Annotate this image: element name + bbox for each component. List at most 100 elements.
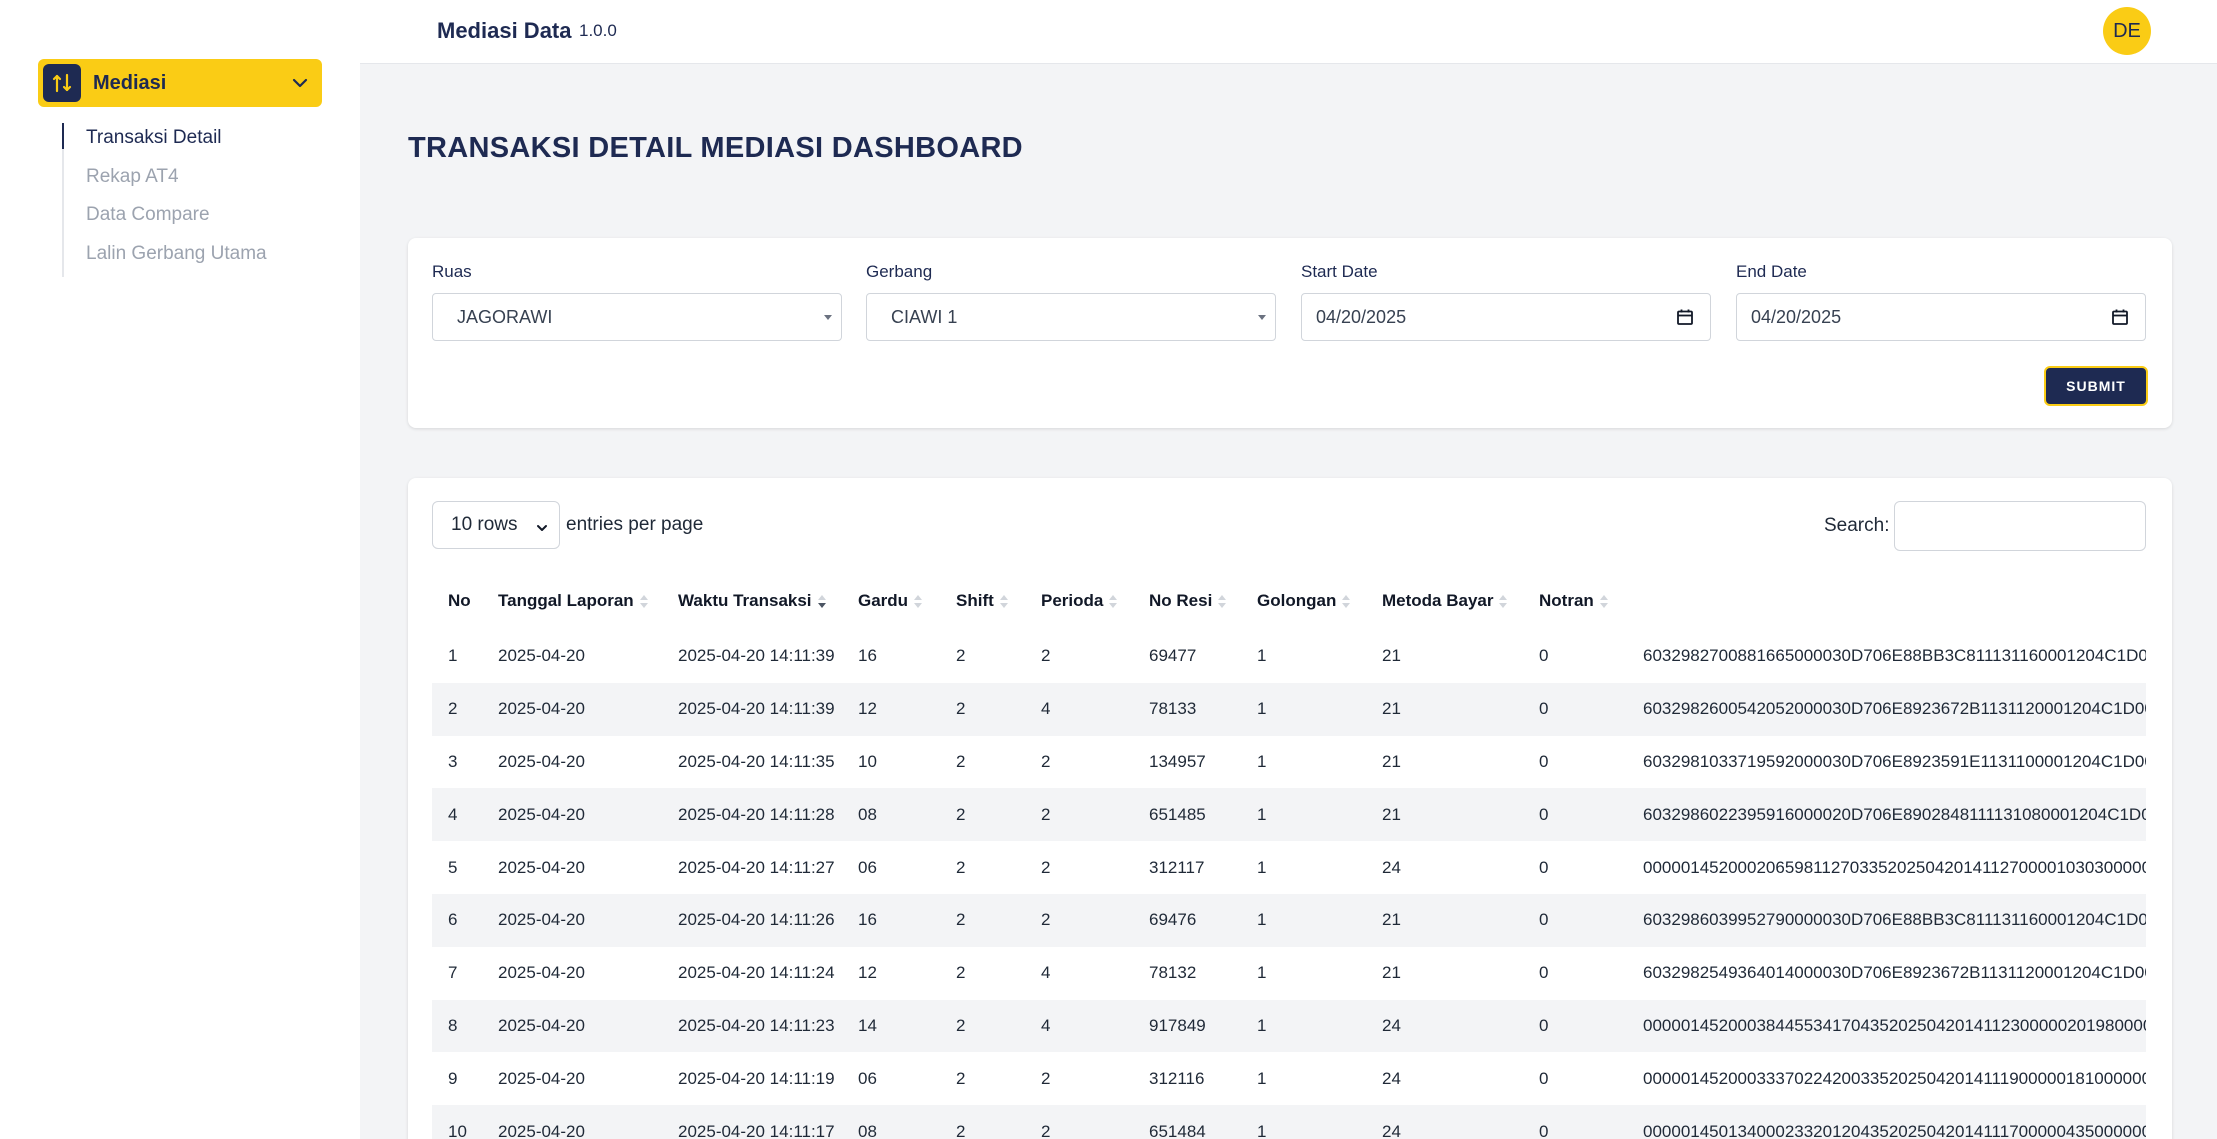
sort-icon [914, 594, 923, 609]
transaction-table: No Tanggal Laporan Waktu Transaksi Gardu Shi… [432, 572, 2146, 1139]
cell-raw-data: 6032986039952790000030D706E88BB3C8111311… [1627, 893, 2146, 947]
app-version: 1.0.0 [579, 21, 617, 40]
column-header-no-resi[interactable]: No Resi [1133, 572, 1241, 630]
cell-waktu-transaksi: 2025-04-20 14:11:23 [662, 999, 842, 1053]
rows-per-page-select[interactable]: 10 rows [432, 501, 560, 549]
cell-shift: 2 [940, 682, 1025, 736]
cell-waktu-transaksi: 2025-04-20 14:11:26 [662, 893, 842, 947]
column-header-shift[interactable]: Shift [940, 572, 1025, 630]
cell-gardu: 06 [858, 857, 877, 877]
cell-notran: 0 [1523, 999, 1627, 1053]
column-header-raw-data [1627, 572, 2146, 630]
cell-notran: 0 [1539, 963, 1549, 983]
cell-no-resi: 651484 [1133, 1105, 1241, 1139]
table-row[interactable]: 8 2025-04-20 2025-04-20 14:11:23 14 2 4 917849… [432, 999, 2146, 1053]
column-header-label: No Resi [1149, 591, 1213, 610]
column-header-waktu-transaksi[interactable]: Waktu Transaksi [662, 572, 842, 630]
end-date-input[interactable]: 04/20/2025 [1736, 293, 2146, 341]
calendar-icon[interactable] [1676, 308, 1694, 331]
chevron-down-icon [290, 73, 310, 98]
table-row[interactable]: 10 2025-04-20 2025-04-20 14:11:17 08 2 2 65148… [432, 1105, 2146, 1139]
cell-metoda-bayar: 21 [1382, 646, 1401, 666]
column-header-label: Tanggal Laporan [498, 591, 634, 610]
sidebar-item-data-compare[interactable]: Data Compare [64, 200, 322, 239]
cell-gardu: 12 [842, 682, 940, 736]
column-header-golongan[interactable]: Golongan [1241, 572, 1366, 630]
gerbang-select[interactable]: CIAWI 1 [866, 293, 1276, 341]
cell-no-resi: 78133 [1133, 682, 1241, 736]
submit-button[interactable]: SUBMIT [2044, 366, 2148, 406]
column-header-notran[interactable]: Notran [1523, 572, 1627, 630]
sort-icon [1218, 594, 1227, 609]
page-title: TRANSAKSI DETAIL MEDIASI DASHBOARD [408, 132, 1023, 164]
cell-tanggal-laporan: 2025-04-20 [482, 1105, 662, 1139]
entries-per-page-label: entries per page [566, 514, 704, 535]
cell-perioda: 2 [1025, 788, 1133, 842]
start-date-label: Start Date [1301, 262, 1378, 281]
table-row[interactable]: 1 2025-04-20 2025-04-20 14:11:39 16 2 2 69477 1… [432, 630, 2146, 683]
filter-card: Ruas JAGORAWI Gerbang CIAWI 1 Start Date… [408, 238, 2172, 428]
column-header-perioda[interactable]: Perioda [1025, 572, 1133, 630]
cell-shift: 2 [956, 1068, 966, 1088]
sidebar-item-transaksi-detail[interactable]: Transaksi Detail [62, 123, 322, 162]
table-row[interactable]: 4 2025-04-20 2025-04-20 14:11:28 08 2 2 651485… [432, 788, 2146, 842]
cell-raw-data: 6032982600542052000030D706E8923672B11311… [1627, 682, 2146, 736]
cell-golongan: 1 [1241, 788, 1366, 842]
cell-shift: 2 [956, 963, 966, 983]
cell-gardu: 08 [842, 788, 940, 842]
sort-icon [1499, 594, 1508, 609]
cell-waktu-transaksi: 2025-04-20 14:11:39 [678, 646, 835, 666]
table-row[interactable]: 7 2025-04-20 2025-04-20 14:11:24 12 2 4 78132 1… [432, 947, 2146, 1000]
table-row[interactable]: 5 2025-04-20 2025-04-20 14:11:27 06 2 2 312117… [432, 841, 2146, 894]
cell-notran: 0 [1523, 788, 1627, 842]
sidebar-item-rekap-at4[interactable]: Rekap AT4 [64, 162, 322, 201]
cell-tanggal-laporan: 2025-04-20 [482, 682, 662, 736]
cell-metoda-bayar: 21 [1382, 963, 1401, 983]
cell-perioda: 2 [1041, 751, 1051, 771]
column-header-label: Shift [956, 591, 994, 610]
cell-no-resi: 312117 [1149, 857, 1205, 877]
cell-perioda: 2 [1041, 646, 1051, 666]
end-date-value: 04/20/2025 [1751, 306, 1842, 327]
ruas-select[interactable]: JAGORAWI [432, 293, 842, 341]
cell-no-resi: 917849 [1133, 999, 1241, 1053]
chevron-down-icon [535, 519, 549, 541]
table-row[interactable]: 2 2025-04-20 2025-04-20 14:11:39 12 2 4 78133 1… [432, 682, 2146, 736]
table-row[interactable]: 6 2025-04-20 2025-04-20 14:11:26 16 2 2 69476 1… [432, 893, 2146, 947]
sort-icon [1109, 594, 1118, 609]
search-label: Search: [1824, 515, 1890, 536]
cell-shift: 2 [956, 751, 966, 771]
cell-golongan: 1 [1257, 1068, 1267, 1088]
cell-raw-data: 0000014520003337022420033520250420141119… [1643, 1068, 2146, 1088]
cell-waktu-transaksi: 2025-04-20 14:11:19 [678, 1068, 835, 1088]
user-avatar[interactable]: DE [2103, 7, 2151, 55]
cell-golongan: 1 [1241, 893, 1366, 947]
column-header-no: No [432, 572, 482, 630]
cell-no: 6 [432, 893, 482, 947]
cell-golongan: 1 [1257, 963, 1267, 983]
column-header-gardu[interactable]: Gardu [842, 572, 940, 630]
table-row[interactable]: 3 2025-04-20 2025-04-20 14:11:35 10 2 2 134957… [432, 736, 2146, 789]
cell-no-resi: 134957 [1149, 751, 1206, 771]
start-date-input[interactable]: 04/20/2025 [1301, 293, 1711, 341]
cell-gardu: 16 [858, 646, 877, 666]
cell-notran: 0 [1523, 1105, 1627, 1139]
cell-shift: 2 [940, 893, 1025, 947]
cell-tanggal-laporan: 2025-04-20 [482, 893, 662, 947]
calendar-icon[interactable] [2111, 308, 2129, 331]
cell-raw-data: 6032986022395916000020D706E8902848111131… [1627, 788, 2146, 842]
search-input[interactable] [1894, 501, 2146, 551]
sidebar-group-mediasi[interactable]: Mediasi [38, 59, 322, 107]
table-row[interactable]: 9 2025-04-20 2025-04-20 14:11:19 06 2 2 312116… [432, 1052, 2146, 1105]
cell-metoda-bayar: 24 [1366, 999, 1523, 1053]
cell-golongan: 1 [1257, 857, 1267, 877]
sidebar-item-lalin-gerbang-utama[interactable]: Lalin Gerbang Utama [64, 239, 322, 278]
cell-notran: 0 [1539, 1068, 1549, 1088]
column-header-metoda-bayar[interactable]: Metoda Bayar [1366, 572, 1523, 630]
cell-raw-data: 6032982549364014000030D706E8923672B11311… [1643, 963, 2146, 983]
sort-icon [817, 594, 827, 609]
table-header-row: No Tanggal Laporan Waktu Transaksi Gardu Shi… [432, 572, 2146, 630]
column-header-tanggal-laporan[interactable]: Tanggal Laporan [482, 572, 662, 630]
cell-shift: 2 [940, 788, 1025, 842]
cell-shift: 2 [940, 1105, 1025, 1139]
